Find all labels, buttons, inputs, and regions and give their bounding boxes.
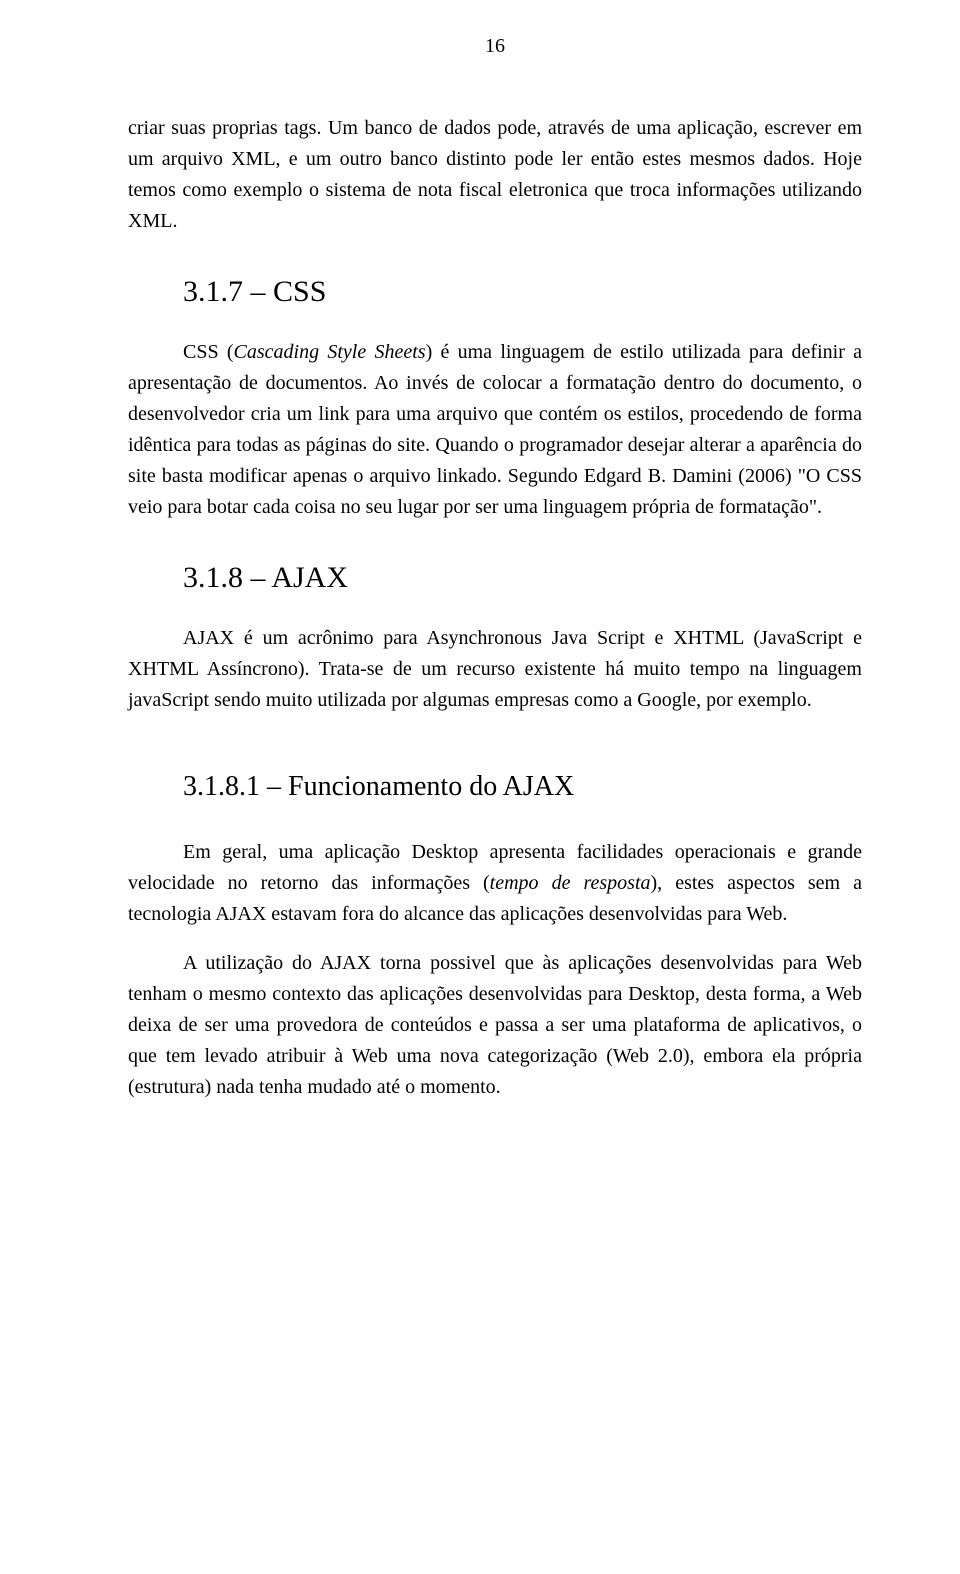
heading-ajax: 3.1.8 – AJAX (183, 561, 862, 595)
paragraph-func-2: A utilização do AJAX torna possivel que … (128, 948, 862, 1103)
document-page: 16 criar suas proprias tags. Um banco de… (0, 0, 960, 1574)
text-fragment: CSS ( (183, 341, 234, 363)
page-number: 16 (128, 35, 862, 58)
paragraph-css: CSS (Cascading Style Sheets) é uma lingu… (128, 337, 862, 523)
italic-term: Cascading Style Sheets (234, 341, 426, 363)
paragraph-ajax: AJAX é um acrônimo para Asynchronous Jav… (128, 623, 862, 716)
heading-css: 3.1.7 – CSS (183, 275, 862, 309)
paragraph-func-1: Em geral, uma aplicação Desktop apresent… (128, 837, 862, 930)
italic-term: tempo de resposta (490, 872, 651, 894)
heading-funcionamento: 3.1.8.1 – Funcionamento do AJAX (183, 771, 862, 803)
text-fragment: ) é uma linguagem de estilo utilizada pa… (128, 341, 862, 518)
paragraph-intro: criar suas proprias tags. Um banco de da… (128, 113, 862, 237)
